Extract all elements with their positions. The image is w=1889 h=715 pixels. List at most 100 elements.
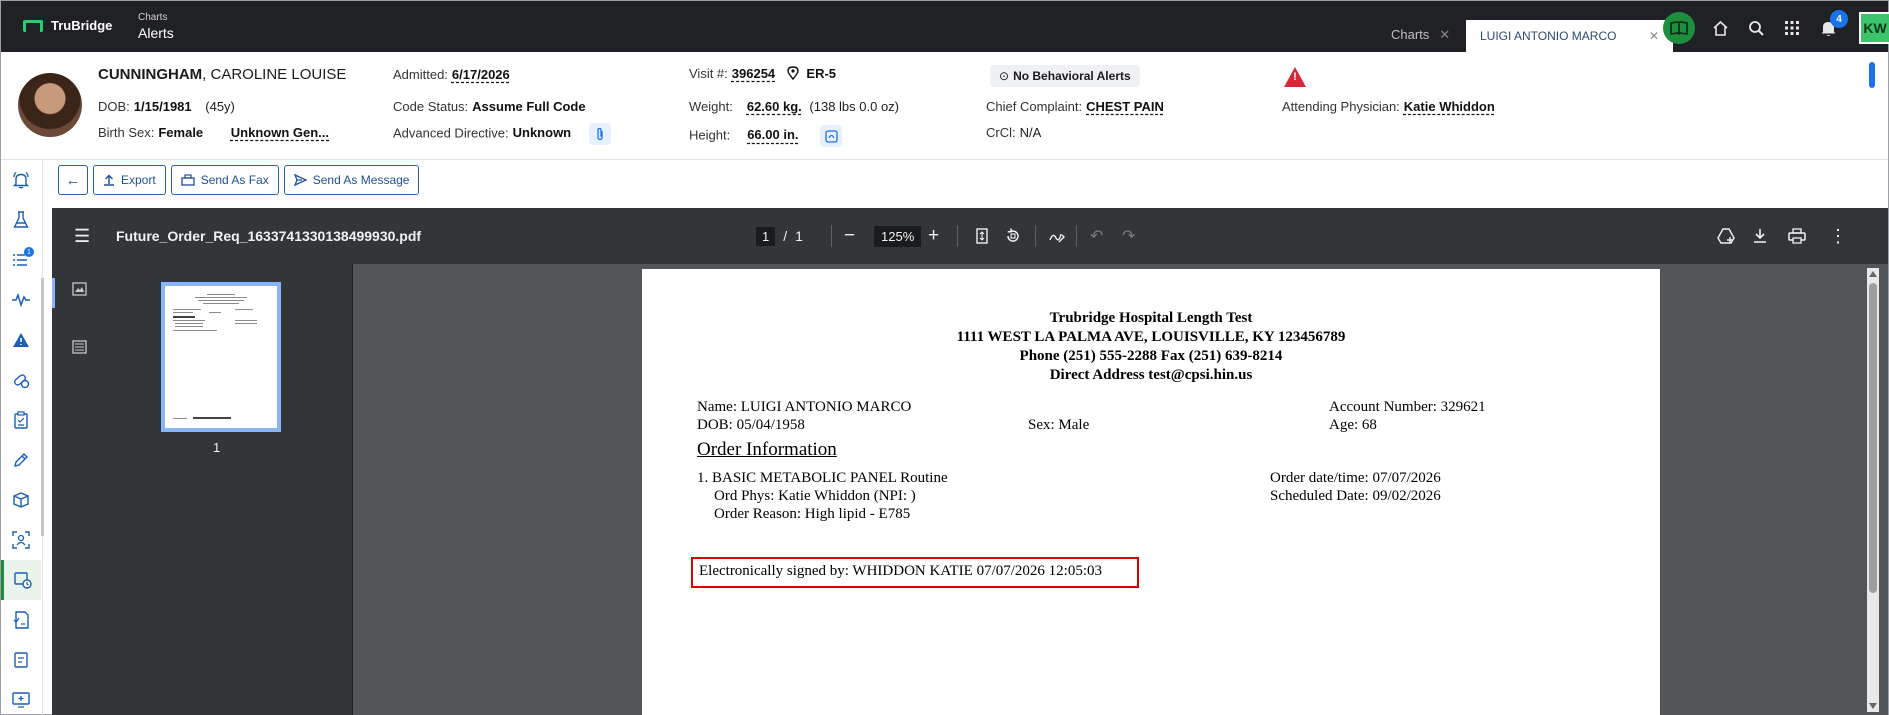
doc-patient-sex: Sex: Male (1028, 417, 1090, 433)
close-icon[interactable]: ✕ (1649, 29, 1659, 43)
nav-monitor-icon[interactable] (1, 680, 41, 715)
nav-allergy-warning-icon[interactable] (1, 320, 41, 360)
toolbar-divider (957, 225, 958, 247)
zoom-out-icon[interactable]: − (844, 208, 855, 264)
height-value[interactable]: 66.00 in. (747, 127, 798, 142)
crcl-value: N/A (1019, 125, 1042, 140)
nav-checklist-icon[interactable] (1, 600, 41, 640)
side-panel-handle[interactable] (1869, 62, 1875, 88)
nav-pen-icon[interactable] (1, 440, 41, 480)
undo-icon[interactable]: ↶ (1090, 208, 1103, 264)
weight-field: Weight: 62.60 kg. (138 lbs 0.0 oz) (689, 99, 900, 114)
fit-page-icon[interactable] (976, 208, 988, 264)
notification-badge: 4 (1830, 10, 1848, 28)
tab-patient[interactable]: LUIGI ANTONIO MARCO ✕ (1466, 20, 1673, 52)
behavioral-alerts-label: No Behavioral Alerts (1013, 69, 1131, 83)
bell-icon[interactable]: 4 (1817, 10, 1848, 39)
zoom-in-icon[interactable]: + (928, 208, 939, 264)
redo-icon[interactable]: ↷ (1122, 208, 1135, 264)
nav-alerts-bell-icon[interactable] (1, 160, 41, 200)
send-as-message-button[interactable]: Send As Message (283, 165, 420, 195)
user-avatar[interactable]: KW (1859, 12, 1889, 44)
send-as-fax-button[interactable]: Send As Fax (170, 165, 279, 195)
chief-complaint-value[interactable]: CHEST PAIN (1086, 99, 1164, 114)
back-button[interactable]: ← (58, 165, 88, 195)
attachment-icon[interactable] (588, 123, 611, 145)
doc-patient-age: Age: 68 (1329, 417, 1377, 433)
nav-clipboard-icon[interactable] (1, 400, 41, 440)
nav-medications-pill-icon[interactable] (1, 360, 41, 400)
tab-charts[interactable]: Charts ✕ (1391, 27, 1450, 43)
save-drive-icon[interactable] (1717, 208, 1735, 264)
scroll-down-icon[interactable] (1869, 703, 1877, 709)
scrollbar-thumb[interactable] (1869, 283, 1877, 593)
page-title: Alerts (138, 25, 174, 41)
location-pin-icon (787, 66, 799, 81)
pdf-toolbar: ☰ Future_Order_Req_1633741330138499930.p… (52, 208, 1888, 264)
patient-first-names: , CAROLINE LOUISE (202, 66, 347, 83)
measure-icon[interactable] (820, 125, 843, 147)
print-icon[interactable] (1788, 208, 1806, 264)
doc-account-number: Account Number: 329621 (1329, 399, 1486, 415)
page-number-input[interactable]: 1 (756, 226, 776, 246)
scroll-up-icon[interactable] (1869, 271, 1877, 277)
export-button[interactable]: Export (93, 165, 166, 195)
apps-grid-icon[interactable] (1781, 17, 1803, 39)
top-bar: TruBridge Charts Alerts Charts ✕ LUIGI AN… (1, 1, 1889, 52)
nav-scan-icon[interactable] (1, 520, 41, 560)
attending-physician-value[interactable]: Katie Whiddon (1404, 99, 1495, 114)
admitted-value[interactable]: 6/17/2026 (452, 67, 510, 82)
doc-direct-address: Direct Address test@cpsi.hin.us (1049, 367, 1253, 383)
left-nav: 1 (1, 160, 44, 715)
page-thumbnail[interactable] (161, 282, 281, 432)
doc-order-datetime: Order date/time: 07/07/2026 (1270, 470, 1441, 486)
brain-icon: ⊙ (999, 69, 1010, 83)
download-icon[interactable] (1753, 208, 1767, 264)
rotate-icon[interactable] (1005, 208, 1021, 264)
brand-logo[interactable]: TruBridge (23, 18, 112, 33)
annotate-icon[interactable] (1049, 208, 1065, 264)
dob-value: 1/15/1981 (133, 99, 192, 114)
nav-documents-icon[interactable] (1, 560, 41, 600)
thumbnail-view-icon[interactable] (72, 282, 88, 298)
patient-name[interactable]: CUNNINGHAM, CAROLINE LOUISE (98, 66, 346, 83)
doc-hospital-address: 1111 WEST LA PALMA AVE, LOUISVILLE, KY 1… (956, 329, 1346, 345)
location-value: ER-5 (806, 66, 837, 81)
home-icon[interactable] (1709, 17, 1731, 39)
pdf-vertical-scrollbar[interactable] (1867, 268, 1879, 712)
chief-complaint-field: Chief Complaint: CHEST PAIN (986, 99, 1164, 114)
search-icon[interactable] (1745, 17, 1767, 39)
nav-vitals-pulse-icon[interactable] (1, 280, 41, 320)
breadcrumb: Charts Alerts (138, 13, 174, 41)
action-bar: ← Export Send As Fax Send As Message (58, 165, 420, 195)
doc-order-line: 1. BASIC METABOLIC PANEL Routine (697, 470, 948, 486)
upload-icon (104, 174, 114, 186)
nav-lab-flask-icon[interactable] (1, 200, 41, 240)
nav-box-icon[interactable] (1, 480, 41, 520)
behavioral-alerts-chip[interactable]: ⊙ No Behavioral Alerts (990, 65, 1140, 87)
doc-scheduled-date: Scheduled Date: 09/02/2026 (1270, 488, 1441, 504)
outline-view-icon[interactable] (72, 340, 88, 356)
send-as-fax-label: Send As Fax (200, 173, 269, 187)
book-icon[interactable] (1663, 12, 1695, 44)
admitted-field: Admitted: 6/17/2026 (393, 67, 510, 82)
birth-sex-value: Female (158, 125, 204, 140)
breadcrumb-parent[interactable]: Charts (138, 13, 174, 23)
zoom-level[interactable]: 125% (874, 225, 922, 247)
allergy-alert-icon[interactable]: ! (1284, 67, 1306, 87)
visit-value[interactable]: 396254 (732, 66, 775, 81)
advanced-directive-field: Advanced Directive: Unknown (393, 123, 611, 145)
nav-scrollbar[interactable] (41, 278, 44, 536)
nav-note-icon[interactable] (1, 640, 41, 680)
thumbnail-page-number: 1 (213, 440, 221, 455)
gender-value[interactable]: Unknown Gen... (231, 125, 329, 140)
menu-icon[interactable]: ☰ (74, 208, 90, 264)
weight-alt-value: (138 lbs 0.0 oz) (809, 99, 900, 114)
close-icon[interactable]: ✕ (1439, 27, 1450, 42)
nav-orders-list-icon[interactable]: 1 (1, 240, 41, 280)
dob-field: DOB: 1/15/1981 (45y) (98, 99, 235, 114)
toolbar-divider (1035, 225, 1036, 247)
more-options-icon[interactable]: ⋮ (1829, 208, 1847, 264)
weight-value[interactable]: 62.60 kg. (747, 99, 802, 114)
height-field: Height: 66.00 in. (689, 125, 843, 147)
